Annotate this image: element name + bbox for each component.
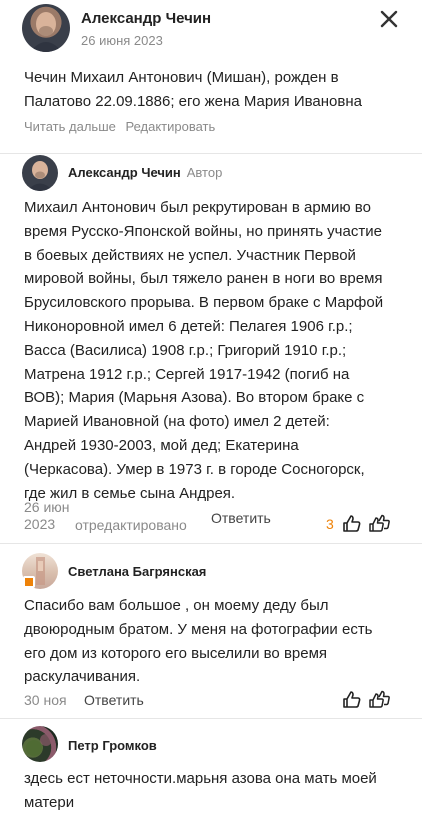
comment-line: Марией Ивановной (на фото) имел 2 детей: [24,413,330,431]
avatar-photo [26,734,52,756]
post-actions: Читать дальше Редактировать [24,119,221,134]
comment-date: 26 июн 2023 [24,499,70,533]
comment-line: где жил в семье сына Андрея. [24,484,236,502]
comment-line: матери [24,793,75,811]
comment-text: Спасибо вам большое , он моему деду был … [24,594,404,689]
comment-line: Васса (Василиса) 1908 г.р.; Григорий 191… [24,341,347,359]
comment-text: Михаил Антонович был рекрутирован в арми… [24,196,404,505]
author-badge: Автор [186,165,223,180]
like-count: 3 [326,516,334,532]
comment-line: ВОВ); Мария (Марьня Азова). Во втором бр… [24,389,365,407]
comment-line: его дом из которого его выселили во врем… [24,644,328,662]
comment-text: здесь ест неточности.марьня азова она ма… [24,767,404,813]
close-icon [380,10,398,28]
comment-line: (Черкасова). Умер в 1973 г. в городе Сос… [24,460,365,478]
comment-date: 30 ноя [24,692,67,708]
class-button[interactable] [369,514,391,534]
avatar-photo [30,12,62,52]
comment-author-name[interactable]: Александр Чечин Автор [68,165,222,180]
class-button[interactable] [369,690,391,710]
comment-line: Матрена 1912 г.р.; Сергей 1917-1942 (пог… [24,365,350,383]
divider [0,718,422,719]
comment-line: время Русско-Японской войны, но принять … [24,222,382,240]
edited-label: отредактировано [75,517,187,533]
comment-line: Брусиловского прорыва. В первом браке с … [24,294,384,312]
double-thumbs-up-icon [369,514,390,532]
avatar[interactable] [22,155,58,191]
comment-line: Михаил Антонович был рекрутирован в арми… [24,199,371,216]
read-more-link[interactable]: Читать дальше [24,119,116,134]
thumbs-up-icon [343,691,361,708]
divider [0,153,422,154]
post-text: Чечин Михаил Антонович (Мишан), рожден в… [24,66,404,114]
date-line: 26 июн [24,499,70,515]
divider [0,543,422,544]
comment-line: Спасибо вам большое , он моему деду был [24,597,329,614]
comment-line: мировой войны, был тяжело ранен в ноги в… [24,270,383,288]
like-button[interactable] [342,690,362,710]
reply-button[interactable]: Ответить [211,510,271,526]
comment-line: в боевых действиях не успел. Участник Пе… [24,246,356,264]
comment-author-name[interactable]: Светлана Багрянская [68,564,206,579]
avatar[interactable] [22,4,70,52]
author-name-text[interactable]: Александр Чечин [68,165,181,180]
comment-line: раскулачивания. [24,668,141,686]
post-date: 26 июня 2023 [81,33,163,48]
like-button[interactable] [342,514,362,534]
post-text-line: Палатово 22.09.1886; его жена Мария Иван… [24,93,362,110]
comment-line: здесь ест неточности.марьня азова она ма… [24,770,377,787]
avatar-photo [22,155,58,191]
date-line: 2023 [24,516,56,532]
post-author-name[interactable]: Александр Чечин [81,10,211,27]
thumbs-up-icon [343,515,361,532]
online-badge [23,576,35,588]
post-text-line: Чечин Михаил Антонович (Мишан), рожден в [24,69,339,86]
avatar[interactable] [22,726,58,762]
comment-line: Никоноровной имел 6 детей: Пелагея 1906 … [24,317,353,335]
comment-line: Андрей 1930-2003, мой дед; Екатерина [24,436,299,454]
close-button[interactable] [376,6,402,32]
comment-line: двоюродным братом. У меня на фотографии … [24,620,373,638]
reply-button[interactable]: Ответить [84,692,144,708]
post-header: Александр Чечин 26 июня 2023 [0,0,422,58]
edit-link[interactable]: Редактировать [125,119,215,134]
double-thumbs-up-icon [369,690,390,708]
comment-author-name[interactable]: Петр Громков [68,738,157,753]
